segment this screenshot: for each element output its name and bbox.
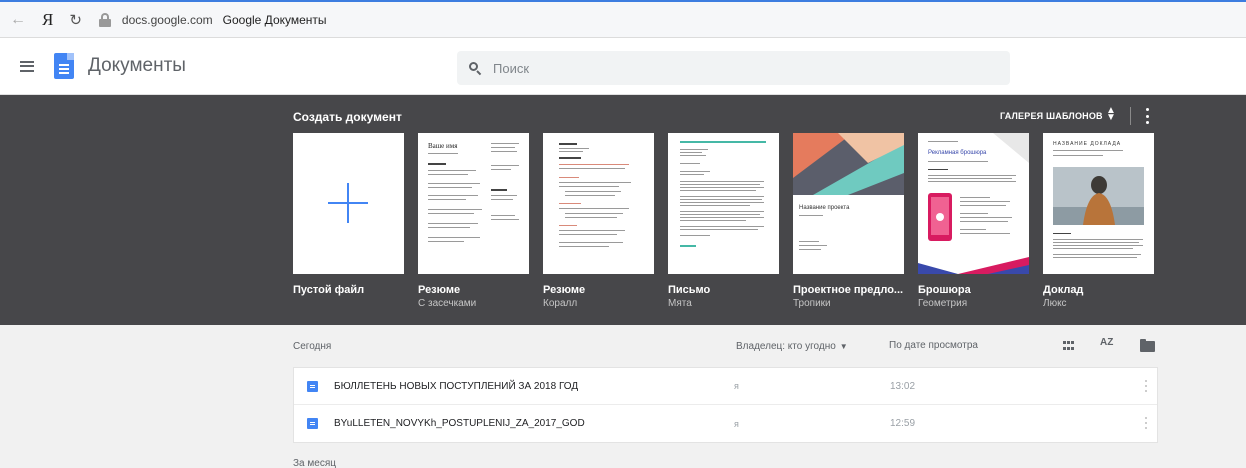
template-subtitle: Мята <box>668 298 692 309</box>
thumb-heading: НАЗВАНИЕ ДОКЛАДА <box>1053 141 1122 147</box>
template-thumbnail[interactable]: Название проекта <box>793 133 904 274</box>
template-name: Резюме <box>543 284 586 296</box>
browser-toolbar: ← Я ↻ docs.google.com Google Документы <box>0 0 1246 38</box>
template-name: Доклад <box>1043 284 1084 296</box>
template-name: Пустой файл <box>293 284 365 296</box>
template-subtitle: Тропики <box>793 298 831 309</box>
search-icon[interactable] <box>469 62 482 76</box>
geometric-art-icon <box>793 133 904 195</box>
sort-dropdown[interactable]: По дате просмотра <box>889 340 978 351</box>
template-subtitle: Геометрия <box>918 298 968 309</box>
unfold-icon[interactable]: ▲ ▼ <box>1106 106 1116 125</box>
template-thumbnail[interactable]: Ваше имя <box>418 133 529 274</box>
search-box[interactable] <box>457 51 1010 85</box>
template-thumbnail[interactable]: Рекламная брошюра <box>918 133 1029 274</box>
template-subtitle: Люкс <box>1043 298 1067 309</box>
document-owner: я <box>734 381 739 391</box>
caret-down-icon: ▼ <box>839 342 848 351</box>
lock-icon <box>98 12 112 27</box>
template-brochure-geometry[interactable]: Рекламная брошюра Брошюра Геометрия <box>918 133 1029 309</box>
template-thumbnail[interactable]: НАЗВАНИЕ ДОКЛАДА <box>1043 133 1154 274</box>
template-name: Брошюра <box>918 284 971 296</box>
search-input[interactable] <box>493 60 893 76</box>
document-date: 13:02 <box>890 380 916 392</box>
reload-icon[interactable]: ↻ <box>69 11 82 29</box>
document-owner: я <box>734 418 739 429</box>
documents-list-area: Сегодня Владелец: кто угодно ▼ По дате пр… <box>0 325 1246 468</box>
doc-file-icon <box>307 418 318 429</box>
template-name: Письмо <box>668 284 711 296</box>
template-project-tropics[interactable]: Название проекта Проектное предло... Тро… <box>793 133 904 309</box>
document-name: БЮЛЛЕТЕНЬ НОВЫХ ПОСТУПЛЕНИЙ ЗА 2018 ГОД <box>334 380 579 392</box>
thumb-heading: Название проекта <box>799 205 850 211</box>
template-thumbnail[interactable] <box>543 133 654 274</box>
template-letter-mint[interactable]: Письмо Мята <box>668 133 779 309</box>
more-options-icon[interactable] <box>1145 417 1147 429</box>
template-blank[interactable]: Пустой файл <box>293 133 404 298</box>
address-bar-domain[interactable]: docs.google.com <box>122 13 213 27</box>
photo-icon <box>1053 167 1144 225</box>
grid-view-icon[interactable] <box>1063 341 1075 351</box>
document-list: БЮЛЛЕТЕНЬ НОВЫХ ПОСТУПЛЕНИЙ ЗА 2018 ГОД … <box>293 367 1158 443</box>
template-thumbnail[interactable] <box>293 133 404 274</box>
owner-filter-label: Владелец: кто угодно <box>736 341 836 352</box>
doc-file-icon <box>307 380 318 392</box>
thumb-heading: Рекламная брошюра <box>928 150 987 156</box>
template-resume-coral[interactable]: Резюме Коралл <box>543 133 654 309</box>
group-label-month: За месяц <box>293 458 336 468</box>
document-row[interactable]: BYuLLETEN_NOVYKh_POSTUPLENIJ_ZA_2017_GOD… <box>294 405 1157 442</box>
more-options-icon[interactable] <box>1146 108 1150 124</box>
app-title[interactable]: Документы <box>88 55 186 77</box>
document-row[interactable]: БЮЛЛЕТЕНЬ НОВЫХ ПОСТУПЛЕНИЙ ЗА 2018 ГОД … <box>294 368 1157 405</box>
template-thumbnail[interactable] <box>668 133 779 274</box>
app-header: Документы <box>0 38 1246 95</box>
back-arrow-icon[interactable]: ← <box>10 11 26 29</box>
thumb-heading: Ваше имя <box>428 142 458 150</box>
template-name: Резюме <box>418 284 461 296</box>
template-name: Проектное предло... <box>793 284 904 296</box>
group-label-today: Сегодня <box>293 341 332 352</box>
template-subtitle: С засечками <box>418 298 477 309</box>
divider <box>1130 107 1131 125</box>
main-menu-icon[interactable] <box>20 60 34 72</box>
sort-az-icon[interactable]: AZ <box>1100 337 1113 348</box>
more-options-icon[interactable] <box>1145 380 1147 392</box>
owner-filter-dropdown[interactable]: Владелец: кто угодно ▼ <box>736 341 848 352</box>
folder-icon[interactable] <box>1140 339 1155 352</box>
template-gallery: Создать документ ГАЛЕРЕЯ ШАБЛОНОВ ▲ ▼ Пус… <box>0 95 1246 325</box>
yandex-logo-icon[interactable]: Я <box>42 10 53 30</box>
document-name: BYuLLETEN_NOVYKh_POSTUPLENIJ_ZA_2017_GOD <box>334 418 585 429</box>
gallery-title: Создать документ <box>293 110 402 124</box>
template-resume-serif[interactable]: Ваше имя Резюме С засечками <box>418 133 529 309</box>
document-date: 12:59 <box>890 418 916 429</box>
template-gallery-button[interactable]: ГАЛЕРЕЯ ШАБЛОНОВ <box>1000 111 1103 121</box>
address-bar-title[interactable]: Google Документы <box>223 13 327 27</box>
docs-logo-icon[interactable] <box>54 53 74 79</box>
template-subtitle: Коралл <box>543 298 578 309</box>
template-report-luxe[interactable]: НАЗВАНИЕ ДОКЛАДА Доклад Люкс <box>1043 133 1154 309</box>
